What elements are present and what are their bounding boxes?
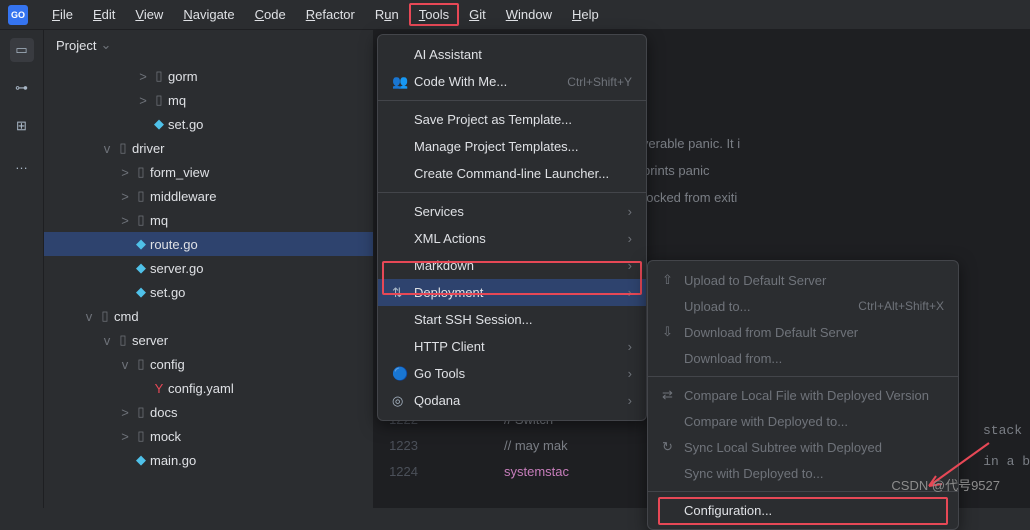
menu-navigate[interactable]: Navigate bbox=[173, 3, 244, 26]
chevron-down-icon: ⌄ bbox=[100, 37, 111, 53]
menu-item-start-ssh-session-[interactable]: Start SSH Session... bbox=[378, 306, 646, 333]
submenu-item-upload-to-default-server: ⇧Upload to Default Server bbox=[648, 267, 958, 293]
tree-item-main-go[interactable]: ◆main.go bbox=[44, 448, 373, 472]
menu-tools[interactable]: Tools bbox=[409, 3, 459, 26]
tree-item-server[interactable]: v▯server bbox=[44, 328, 373, 352]
project-label: Project bbox=[56, 38, 96, 53]
tree-item-server-go[interactable]: ◆server.go bbox=[44, 256, 373, 280]
submenu-item-upload-to-: Upload to...Ctrl+Alt+Shift+X bbox=[648, 293, 958, 319]
tool-sidebar: ▭ ⊶ ⊞ … bbox=[0, 30, 44, 508]
tree-item-driver[interactable]: v▯driver bbox=[44, 136, 373, 160]
menu-item-go-tools[interactable]: 🔵Go Tools› bbox=[378, 360, 646, 387]
menu-item-markdown[interactable]: Markdown› bbox=[378, 252, 646, 279]
app-logo: GO bbox=[8, 5, 28, 25]
structure-tool-icon[interactable]: ⊞ bbox=[10, 114, 34, 138]
menu-item-http-client[interactable]: HTTP Client› bbox=[378, 333, 646, 360]
menu-help[interactable]: Help bbox=[562, 3, 609, 26]
submenu-item-compare-local-file-with-deployed-version: ⇄Compare Local File with Deployed Versio… bbox=[648, 382, 958, 408]
menu-item-create-command-line-launcher-[interactable]: Create Command-line Launcher... bbox=[378, 160, 646, 187]
menu-item-code-with-me-[interactable]: 👥Code With Me...Ctrl+Shift+Y bbox=[378, 68, 646, 95]
deployment-submenu: ⇧Upload to Default ServerUpload to...Ctr… bbox=[647, 260, 959, 530]
tree-item-form_view[interactable]: >▯form_view bbox=[44, 160, 373, 184]
project-panel: Project ⌄ >▯gorm>▯mq◆set.gov▯driver>▯for… bbox=[44, 30, 374, 508]
tree-item-config[interactable]: v▯config bbox=[44, 352, 373, 376]
project-header[interactable]: Project ⌄ bbox=[44, 30, 373, 60]
menu-item-services[interactable]: Services› bbox=[378, 198, 646, 225]
menu-code[interactable]: Code bbox=[245, 3, 296, 26]
tree-item-set-go[interactable]: ◆set.go bbox=[44, 112, 373, 136]
submenu-item-sync-local-subtree-with-deployed: ↻Sync Local Subtree with Deployed bbox=[648, 434, 958, 460]
menu-item-save-project-as-template-[interactable]: Save Project as Template... bbox=[378, 106, 646, 133]
menu-view[interactable]: View bbox=[125, 3, 173, 26]
project-tool-icon[interactable]: ▭ bbox=[10, 38, 34, 62]
tree-item-docs[interactable]: >▯docs bbox=[44, 400, 373, 424]
tree-item-route-go[interactable]: ◆route.go bbox=[44, 232, 373, 256]
submenu-item-compare-with-deployed-to-: Compare with Deployed to... bbox=[648, 408, 958, 434]
code-text: in a b bbox=[983, 454, 1030, 469]
menu-file[interactable]: File bbox=[42, 3, 83, 26]
menu-item-deployment[interactable]: ⇅Deployment› bbox=[378, 279, 646, 306]
menu-item-manage-project-templates-[interactable]: Manage Project Templates... bbox=[378, 133, 646, 160]
project-tree: >▯gorm>▯mq◆set.gov▯driver>▯form_view>▯mi… bbox=[44, 60, 373, 476]
code-text: stack bbox=[983, 423, 1022, 438]
tree-item-config-yaml[interactable]: Yconfig.yaml bbox=[44, 376, 373, 400]
menu-git[interactable]: Git bbox=[459, 3, 496, 26]
tree-item-set-go[interactable]: ◆set.go bbox=[44, 280, 373, 304]
tree-item-mock[interactable]: >▯mock bbox=[44, 424, 373, 448]
submenu-item-download-from-default-server: ⇩Download from Default Server bbox=[648, 319, 958, 345]
tree-item-mq[interactable]: >▯mq bbox=[44, 208, 373, 232]
commit-tool-icon[interactable]: ⊶ bbox=[10, 76, 34, 100]
menu-edit[interactable]: Edit bbox=[83, 3, 125, 26]
menu-window[interactable]: Window bbox=[496, 3, 562, 26]
menu-item-qodana[interactable]: ◎Qodana› bbox=[378, 387, 646, 414]
menu-item-ai-assistant[interactable]: AI Assistant bbox=[378, 41, 646, 68]
tree-item-middleware[interactable]: >▯middleware bbox=[44, 184, 373, 208]
menu-run[interactable]: Run bbox=[365, 3, 409, 26]
menu-refactor[interactable]: Refactor bbox=[296, 3, 365, 26]
tools-dropdown: AI Assistant👥Code With Me...Ctrl+Shift+Y… bbox=[377, 34, 647, 421]
more-tool-icon[interactable]: … bbox=[10, 152, 34, 176]
tree-item-cmd[interactable]: v▯cmd bbox=[44, 304, 373, 328]
submenu-item-download-from-: Download from... bbox=[648, 345, 958, 371]
tree-item-gorm[interactable]: >▯gorm bbox=[44, 64, 373, 88]
menubar: GO FileEditViewNavigateCodeRefactorRunTo… bbox=[0, 0, 1030, 30]
submenu-item-sync-with-deployed-to-: Sync with Deployed to... bbox=[648, 460, 958, 486]
submenu-item-configuration-[interactable]: Configuration... bbox=[648, 497, 958, 523]
menu-item-xml-actions[interactable]: XML Actions› bbox=[378, 225, 646, 252]
tree-item-mq[interactable]: >▯mq bbox=[44, 88, 373, 112]
